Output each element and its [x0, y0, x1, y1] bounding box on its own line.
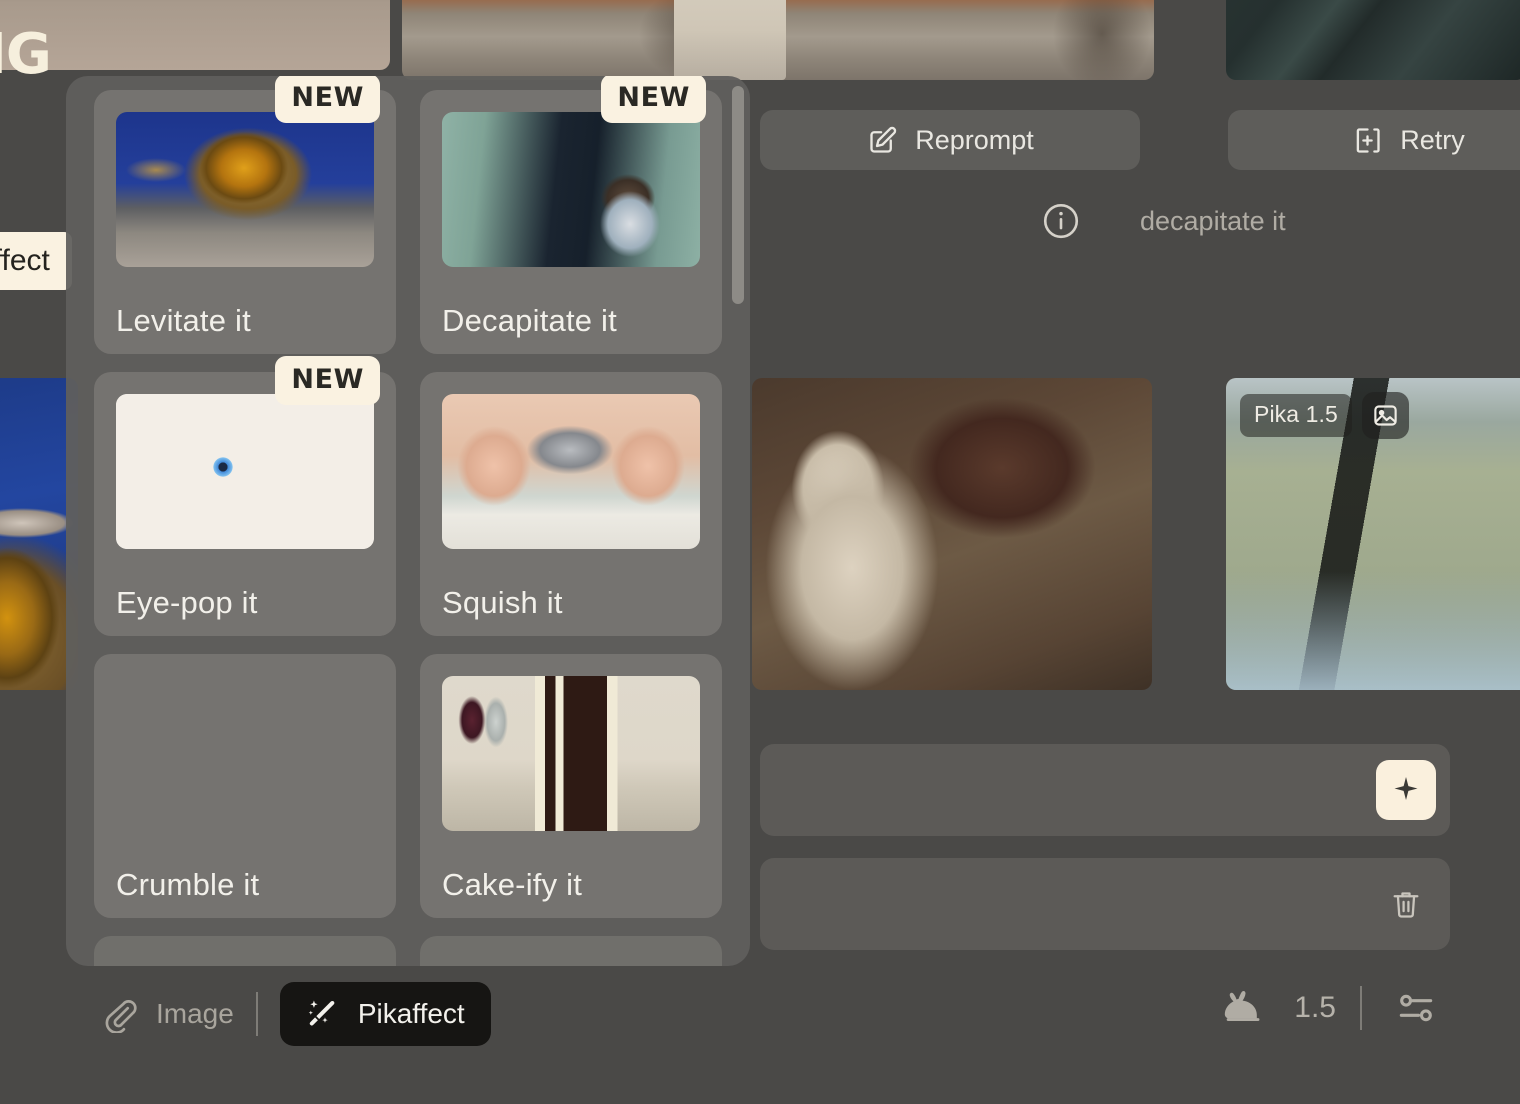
bottom-toolbar: Image Pikaffect 1.5: [0, 964, 1520, 1104]
effect-label: Eye-pop it: [116, 585, 258, 620]
attach-image-label: Image: [156, 998, 234, 1029]
info-circle-icon[interactable]: [1040, 200, 1082, 242]
model-version-chip: Pika 1.5: [1240, 394, 1352, 437]
add-to-frame-icon: [1351, 124, 1384, 157]
retry-button[interactable]: Retry: [1228, 110, 1520, 170]
gallery-video-top-left[interactable]: [0, 0, 390, 70]
trash-icon: [1389, 887, 1423, 921]
pikaffect-button[interactable]: Pikaffect: [279, 982, 491, 1046]
generate-button[interactable]: [1376, 760, 1436, 820]
rabbit-icon[interactable]: [1220, 988, 1270, 1028]
new-badge: NEW: [601, 76, 706, 123]
effect-label: Squish it: [442, 585, 563, 620]
reprompt-label: Reprompt: [915, 124, 1034, 155]
gallery-video-mid-right[interactable]: Pika 1.5: [1226, 378, 1520, 690]
toolbar-divider: [255, 992, 258, 1036]
effect-card-levitate[interactable]: NEW Levitate it: [94, 76, 396, 354]
cat-bulging-eyes-thumbnail: [116, 394, 374, 549]
attach-image-button[interactable]: Image: [100, 995, 234, 1033]
picker-scrollbar-track[interactable]: [732, 86, 744, 956]
model-version-label: 1.5: [1294, 991, 1336, 1024]
gallery-video-top-center[interactable]: [402, 0, 1154, 80]
paperclip-icon: [100, 995, 138, 1033]
sliders-icon[interactable]: [1394, 986, 1438, 1030]
pikaffect-effects-grid: NEW Levitate it NEW Decapitate it NEW Eye-pop…: [94, 76, 722, 966]
brand-logo-fragment: IG: [0, 22, 52, 87]
effect-card-cakeify[interactable]: Cake-ify it: [420, 654, 722, 918]
image-icon[interactable]: [1361, 392, 1409, 439]
effect-label: Cake-ify it: [442, 867, 583, 902]
decapitated-girl-hallway-thumbnail: [442, 112, 700, 267]
prompt-info-row: decapitate it: [1040, 200, 1286, 242]
delete-button[interactable]: [1376, 874, 1436, 934]
retry-label: Retry: [1400, 124, 1465, 155]
sparkle-icon: [1391, 775, 1421, 805]
secondary-composer-row[interactable]: [760, 858, 1450, 950]
hands-squishing-object-thumbnail: [442, 394, 700, 549]
effect-card-squish[interactable]: Squish it: [420, 372, 722, 636]
result-action-row: Reprompt Retry: [760, 110, 1520, 170]
prompt-text: decapitate it: [1140, 205, 1286, 236]
gallery-video-top-right[interactable]: [1226, 0, 1520, 80]
effect-card-partial[interactable]: [94, 936, 396, 966]
effect-card-crumble[interactable]: Crumble it: [94, 654, 396, 918]
cake-slice-thumbnail: [442, 676, 700, 831]
magic-wand-icon: [306, 997, 340, 1031]
new-badge: NEW: [275, 76, 380, 123]
thumbnail-meta: Pika 1.5: [1240, 392, 1409, 439]
crumbling-statues-thumbnail: [116, 676, 374, 831]
new-badge: NEW: [275, 356, 380, 405]
effect-card-eyepop[interactable]: NEW Eye-pop it: [94, 356, 396, 636]
effect-card-partial[interactable]: [420, 936, 722, 966]
gallery-video-mid-center[interactable]: [752, 378, 1152, 690]
levitating-pumpkin-thumbnail: [116, 112, 374, 267]
picker-scrollbar-thumb[interactable]: [732, 86, 744, 304]
pikaffect-picker-panel[interactable]: NEW Levitate it NEW Decapitate it NEW Eye-pop…: [66, 76, 750, 966]
reprompt-button[interactable]: Reprompt: [760, 110, 1140, 170]
toolbar-divider-right: [1360, 986, 1362, 1030]
effect-label: Decapitate it: [442, 303, 617, 338]
pikaffect-tag-fragment: kaffect: [0, 232, 72, 290]
effect-label: Levitate it: [116, 303, 251, 338]
effect-label: Crumble it: [116, 867, 260, 902]
edit-square-icon: [866, 124, 899, 157]
prompt-composer[interactable]: [760, 744, 1450, 836]
effect-card-decapitate[interactable]: NEW Decapitate it: [420, 76, 722, 354]
pikaffect-label: Pikaffect: [357, 998, 465, 1029]
